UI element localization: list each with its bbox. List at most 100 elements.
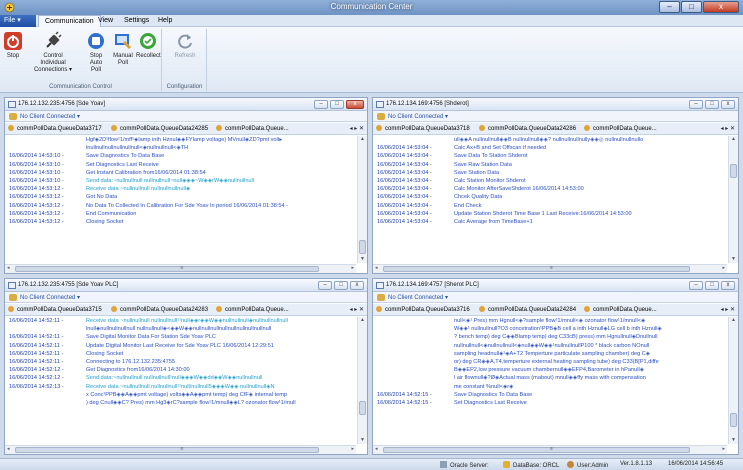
stop-button[interactable]: Stop xyxy=(2,31,24,60)
scroll-up-icon[interactable]: ▲ xyxy=(358,317,367,324)
log-message: ull◈◈A nullnullnull◈◈B nullnullnull◈◈? n… xyxy=(454,137,644,143)
panel-minimize-button[interactable]: – xyxy=(689,281,703,290)
close-button[interactable]: x xyxy=(703,1,739,13)
communication-control-group-label: Communication Control xyxy=(49,84,112,90)
log-message: me constant %null<◈r◈ xyxy=(454,383,514,390)
log-timestamp: 16/06/2014 14:53:10 - xyxy=(9,153,64,160)
queue-tab[interactable]: commPollData.QueueData24286 xyxy=(479,125,576,132)
scroll-down-icon[interactable]: ▼ xyxy=(358,437,367,444)
panel-close-button[interactable]: x xyxy=(346,100,364,109)
log-row: 16/06/2014 14:52:15 - Set Diagnostics Las… xyxy=(374,399,727,407)
queue-tab[interactable]: commPollData.Queue... xyxy=(216,306,289,313)
log-message: l air flownull◈?Ø◈Actual mass (mabout) m… xyxy=(454,375,646,382)
horizontal-scrollbar[interactable]: ◂ ≡ ▸ xyxy=(373,445,727,454)
queue-icon xyxy=(8,125,14,131)
control-individual-connections-button[interactable]: Control Individual Connections ▾ xyxy=(30,31,76,74)
log-row: 16/06/2014 14:52:11 - Receive data ~nulln… xyxy=(6,317,356,325)
queue-icon xyxy=(8,306,14,312)
log-row: W◈◈¹ nullnullnull?O3 concetration¹PPB◈B … xyxy=(374,325,727,333)
scroll-left-icon[interactable]: ◂ xyxy=(375,446,378,452)
log-row: or) deg CR◈◈A,T4,temperture external hea… xyxy=(374,358,727,366)
tab-navigation[interactable]: ◂ ▸ ✕ xyxy=(721,306,735,313)
vertical-scrollbar[interactable]: ▲ ▼ xyxy=(357,317,367,444)
panel-minimize-button[interactable]: – xyxy=(314,100,328,109)
vertical-scroll-thumb[interactable] xyxy=(359,401,366,415)
scroll-up-icon[interactable]: ▲ xyxy=(358,136,367,143)
scroll-up-icon[interactable]: ▲ xyxy=(729,317,738,324)
vertical-scroll-thumb[interactable] xyxy=(359,240,366,254)
log-message: Calc Ax+B and Set Offscan if needed xyxy=(454,145,547,152)
vertical-scrollbar[interactable]: ▲ ▼ xyxy=(728,317,738,444)
horizontal-scrollbar[interactable]: ◂ ≡ ▸ xyxy=(5,445,356,454)
tab-view[interactable]: View xyxy=(92,15,119,27)
scroll-grip-icon: ≡ xyxy=(180,265,184,271)
manual-poll-button[interactable]: Manual Poll xyxy=(112,31,134,67)
log-message: x Conc¹PPB◈◈A◈◈pmt voltage) volts◈◈A◈◈pm… xyxy=(86,391,287,398)
queue-tab[interactable]: commPollData.QueueData3715 xyxy=(8,306,102,313)
scroll-right-icon[interactable]: ▸ xyxy=(722,265,725,271)
log-row: 16/06/2014 14:53:04 - Save Data To Statio… xyxy=(374,152,727,160)
panel-maximize-button[interactable]: □ xyxy=(334,281,348,290)
tab-navigation[interactable]: ◂ ▸ ✕ xyxy=(350,125,364,132)
panel-maximize-button[interactable]: □ xyxy=(705,100,719,109)
horizontal-scrollbar[interactable]: ◂ ≡ ▸ xyxy=(373,264,727,273)
scroll-up-icon[interactable]: ▲ xyxy=(729,136,738,143)
panel-close-button[interactable]: x xyxy=(350,281,364,290)
scroll-right-icon[interactable]: ▸ xyxy=(351,446,354,452)
queue-tab[interactable]: commPollData.QueueData3716 xyxy=(376,306,470,313)
scroll-down-icon[interactable]: ▼ xyxy=(358,256,367,263)
panel-close-button[interactable]: x xyxy=(721,281,735,290)
horizontal-scroll-thumb[interactable] xyxy=(383,266,690,272)
queue-tab[interactable]: commPollData.Queue... xyxy=(584,125,657,132)
refresh-button[interactable]: Refresh xyxy=(173,31,197,60)
vertical-scrollbar[interactable]: ▲ ▼ xyxy=(728,136,738,263)
queue-tab[interactable]: commPollData.QueueData24285 xyxy=(111,125,208,132)
minimize-button[interactable]: – xyxy=(659,1,680,13)
client-connection-dropdown[interactable]: No Client Connected ▾ xyxy=(5,292,367,303)
queue-tab[interactable]: commPollData.QueueData24283 xyxy=(111,306,208,313)
configuration-group-label: Configuration xyxy=(166,84,203,90)
log-list: 16/06/2014 14:52:11 - Receive data ~nulln… xyxy=(6,317,356,444)
horizontal-scroll-thumb[interactable] xyxy=(15,266,319,272)
queue-tab-label: commPollData.QueueData24285 xyxy=(120,126,209,132)
queue-tab[interactable]: commPollData.Queue... xyxy=(584,306,657,313)
file-menu[interactable]: File ▾ xyxy=(0,15,36,27)
scroll-left-icon[interactable]: ◂ xyxy=(375,265,378,271)
client-connection-dropdown[interactable]: No Client Connected ▾ xyxy=(373,111,738,122)
scroll-left-icon[interactable]: ◂ xyxy=(7,265,10,271)
scroll-right-icon[interactable]: ▸ xyxy=(351,265,354,271)
queue-tab[interactable]: commPollData.QueueData3718 xyxy=(376,125,470,132)
vertical-scrollbar[interactable]: ▲ ▼ xyxy=(357,136,367,263)
user-icon xyxy=(567,461,574,468)
vertical-scroll-thumb[interactable] xyxy=(730,164,737,178)
scroll-down-icon[interactable]: ▼ xyxy=(729,437,738,444)
horizontal-scroll-thumb[interactable] xyxy=(383,447,690,453)
scroll-down-icon[interactable]: ▼ xyxy=(729,256,738,263)
client-connection-dropdown[interactable]: No Client Connected ▾ xyxy=(373,292,738,303)
tab-navigation[interactable]: ◂ ▸ ✕ xyxy=(721,125,735,132)
panel-maximize-button[interactable]: □ xyxy=(705,281,719,290)
stop-auto-poll-button[interactable]: Stop Auto Poll xyxy=(84,31,108,74)
client-connection-dropdown[interactable]: No Client Connected ▾ xyxy=(5,111,367,122)
maximize-button[interactable]: □ xyxy=(681,1,702,13)
horizontal-scroll-thumb[interactable] xyxy=(15,447,319,453)
scroll-left-icon[interactable]: ◂ xyxy=(7,446,10,452)
tab-help[interactable]: Help xyxy=(152,15,178,27)
log-row: Hgf◈2D¹flow¹1/mff¹◈lamp inth Hznul◈◈FYla… xyxy=(6,136,356,144)
queue-tab[interactable]: commPollData.Queue... xyxy=(216,125,289,132)
queue-tab[interactable]: commPollData.QueueData3717 xyxy=(8,125,102,132)
queue-tab-label: commPollData.QueueData3718 xyxy=(385,126,470,132)
recollect-button[interactable]: Recollect xyxy=(136,31,161,60)
panel-minimize-button[interactable]: – xyxy=(318,281,332,290)
tab-navigation[interactable]: ◂ ▸ ✕ xyxy=(350,306,364,313)
scroll-right-icon[interactable]: ▸ xyxy=(722,446,725,452)
log-row: ull◈◈A nullnullnull◈◈B nullnullnull◈◈? n… xyxy=(374,136,727,144)
horizontal-scrollbar[interactable]: ◂ ≡ ▸ xyxy=(5,264,356,273)
panel-minimize-button[interactable]: – xyxy=(689,100,703,109)
queue-tab[interactable]: commPollData.QueueData24284 xyxy=(479,306,576,313)
vertical-scroll-thumb[interactable] xyxy=(730,413,737,427)
panel-close-button[interactable]: x xyxy=(721,100,735,109)
tab-settings[interactable]: Settings xyxy=(118,15,155,27)
panel-maximize-button[interactable]: □ xyxy=(330,100,344,109)
log-message: Get Diagnostics from16/06/2014 14:30:00 xyxy=(86,367,190,374)
